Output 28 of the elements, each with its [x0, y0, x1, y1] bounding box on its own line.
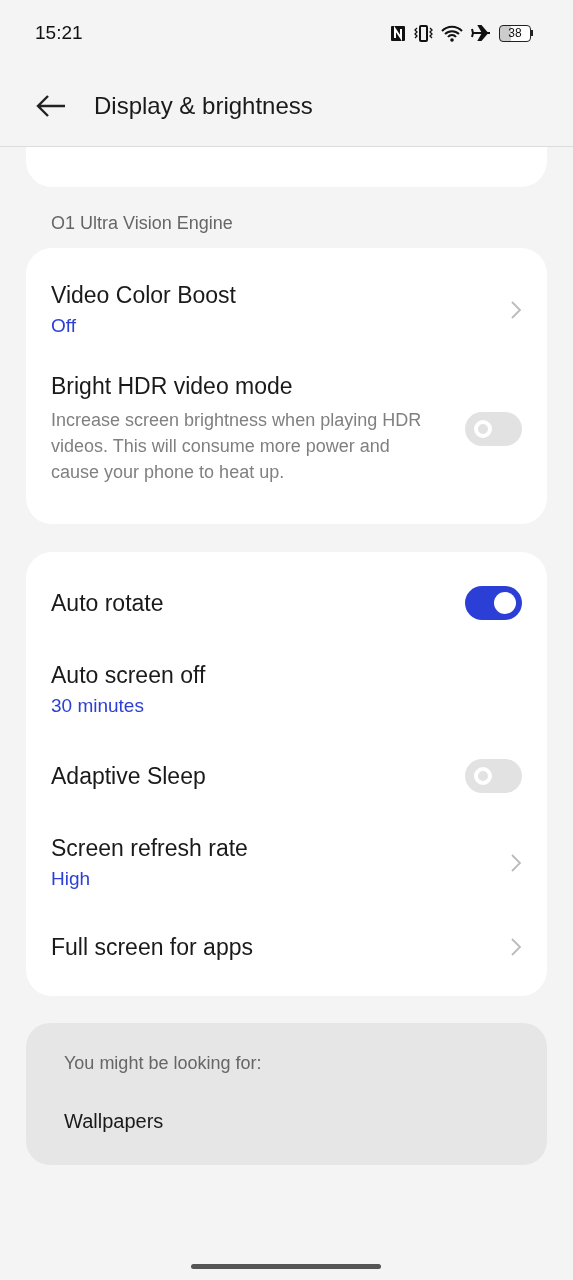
airplane-icon [471, 24, 491, 42]
toggle-switch[interactable] [465, 586, 522, 620]
setting-value: Off [51, 315, 77, 337]
page-title: Display & brightness [94, 92, 313, 120]
chevron-right-icon [510, 299, 522, 320]
toggle-switch[interactable] [465, 412, 522, 446]
vibrate-icon [414, 24, 433, 42]
nfc-icon [390, 24, 406, 42]
suggestion-link[interactable]: Wallpapers [64, 1110, 509, 1133]
setting-title[interactable]: Adaptive Sleep [51, 762, 445, 790]
setting-title[interactable]: Screen refresh rate [51, 835, 490, 862]
chevron-right-icon [510, 852, 522, 873]
setting-title[interactable]: Auto screen off [51, 662, 522, 689]
section-header: O1 Ultra Vision Engine [50, 212, 234, 235]
setting-title[interactable]: Bright HDR video mode [51, 373, 445, 400]
toggle-switch[interactable] [465, 759, 522, 793]
chevron-right-icon [510, 937, 522, 957]
setting-title[interactable]: Full screen for apps [51, 933, 490, 961]
suggestion-label: You might be looking for: [64, 1053, 263, 1074]
setting-description: Increase screen brightness when playing HDR videos. This will consume more power and cause your phone to heat up. [51, 409, 423, 484]
setting-value: High [51, 868, 92, 890]
wifi-icon [441, 24, 463, 42]
setting-title[interactable]: Auto rotate [51, 589, 445, 617]
back-button[interactable] [36, 94, 66, 118]
setting-title[interactable]: Video Color Boost [51, 282, 490, 309]
clock: 15:21 [35, 22, 84, 44]
setting-value: 30 minutes [51, 695, 145, 717]
battery-icon: 38 [499, 24, 533, 42]
